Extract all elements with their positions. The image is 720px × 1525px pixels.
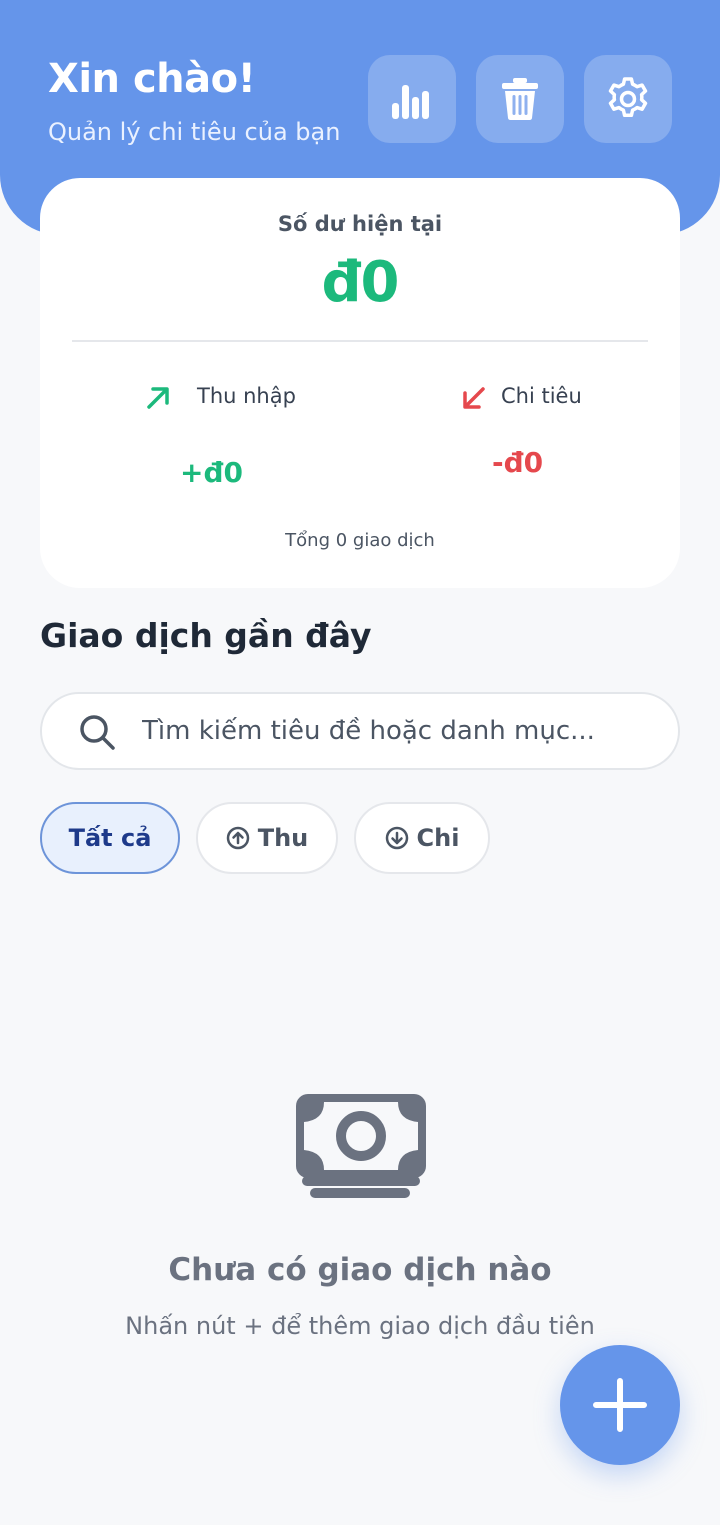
search-box[interactable] [40,692,680,770]
balance-label: Số dư hiện tại [277,212,443,236]
transaction-count: Tổng 0 giao dịch [285,530,435,551]
money-bill-icon [296,1094,426,1198]
add-transaction-button[interactable] [560,1345,680,1465]
filter-income-label: Thu [257,824,309,852]
balance-value: đ0 [321,250,399,315]
search-icon [80,715,115,750]
arrow-up-circle-icon [226,826,249,850]
empty-state-title: Chưa có giao dịch nào [168,1252,552,1288]
settings-button[interactable] [584,55,672,143]
empty-state-subtitle: Nhấn nút + để thêm giao dịch đầu tiên [125,1312,595,1340]
income-label: Thu nhập [197,384,296,408]
section-title: Giao dịch gần đây [40,616,372,655]
greeting-title: Xin chào! [48,56,256,102]
expense-value: -đ0 [492,446,544,479]
balance-card [40,178,680,588]
trash-icon [502,78,538,120]
delete-all-button[interactable] [476,55,564,143]
arrow-up-right-icon [147,387,169,409]
income-value: +đ0 [180,456,243,489]
filter-income-tab[interactable]: Thu [196,802,338,874]
bar-chart-icon [392,85,429,119]
expense-label: Chi tiêu [501,384,582,408]
search-input[interactable] [142,708,652,754]
balance-divider [72,340,648,342]
gear-icon [608,77,648,118]
app-screen: Xin chào! Quản lý chi tiêu của bạn Số dư… [0,0,720,1525]
filter-expense-label: Chi [416,824,460,852]
arrow-down-circle-icon [385,826,408,850]
greeting-subtitle: Quản lý chi tiêu của bạn [48,118,341,146]
stats-button[interactable] [368,55,456,143]
filter-all-tab[interactable]: Tất cả [40,802,180,874]
filter-all-label: Tất cả [68,824,152,852]
arrow-down-left-icon [463,387,485,409]
plus-icon [593,1378,647,1432]
filter-expense-tab[interactable]: Chi [354,802,490,874]
